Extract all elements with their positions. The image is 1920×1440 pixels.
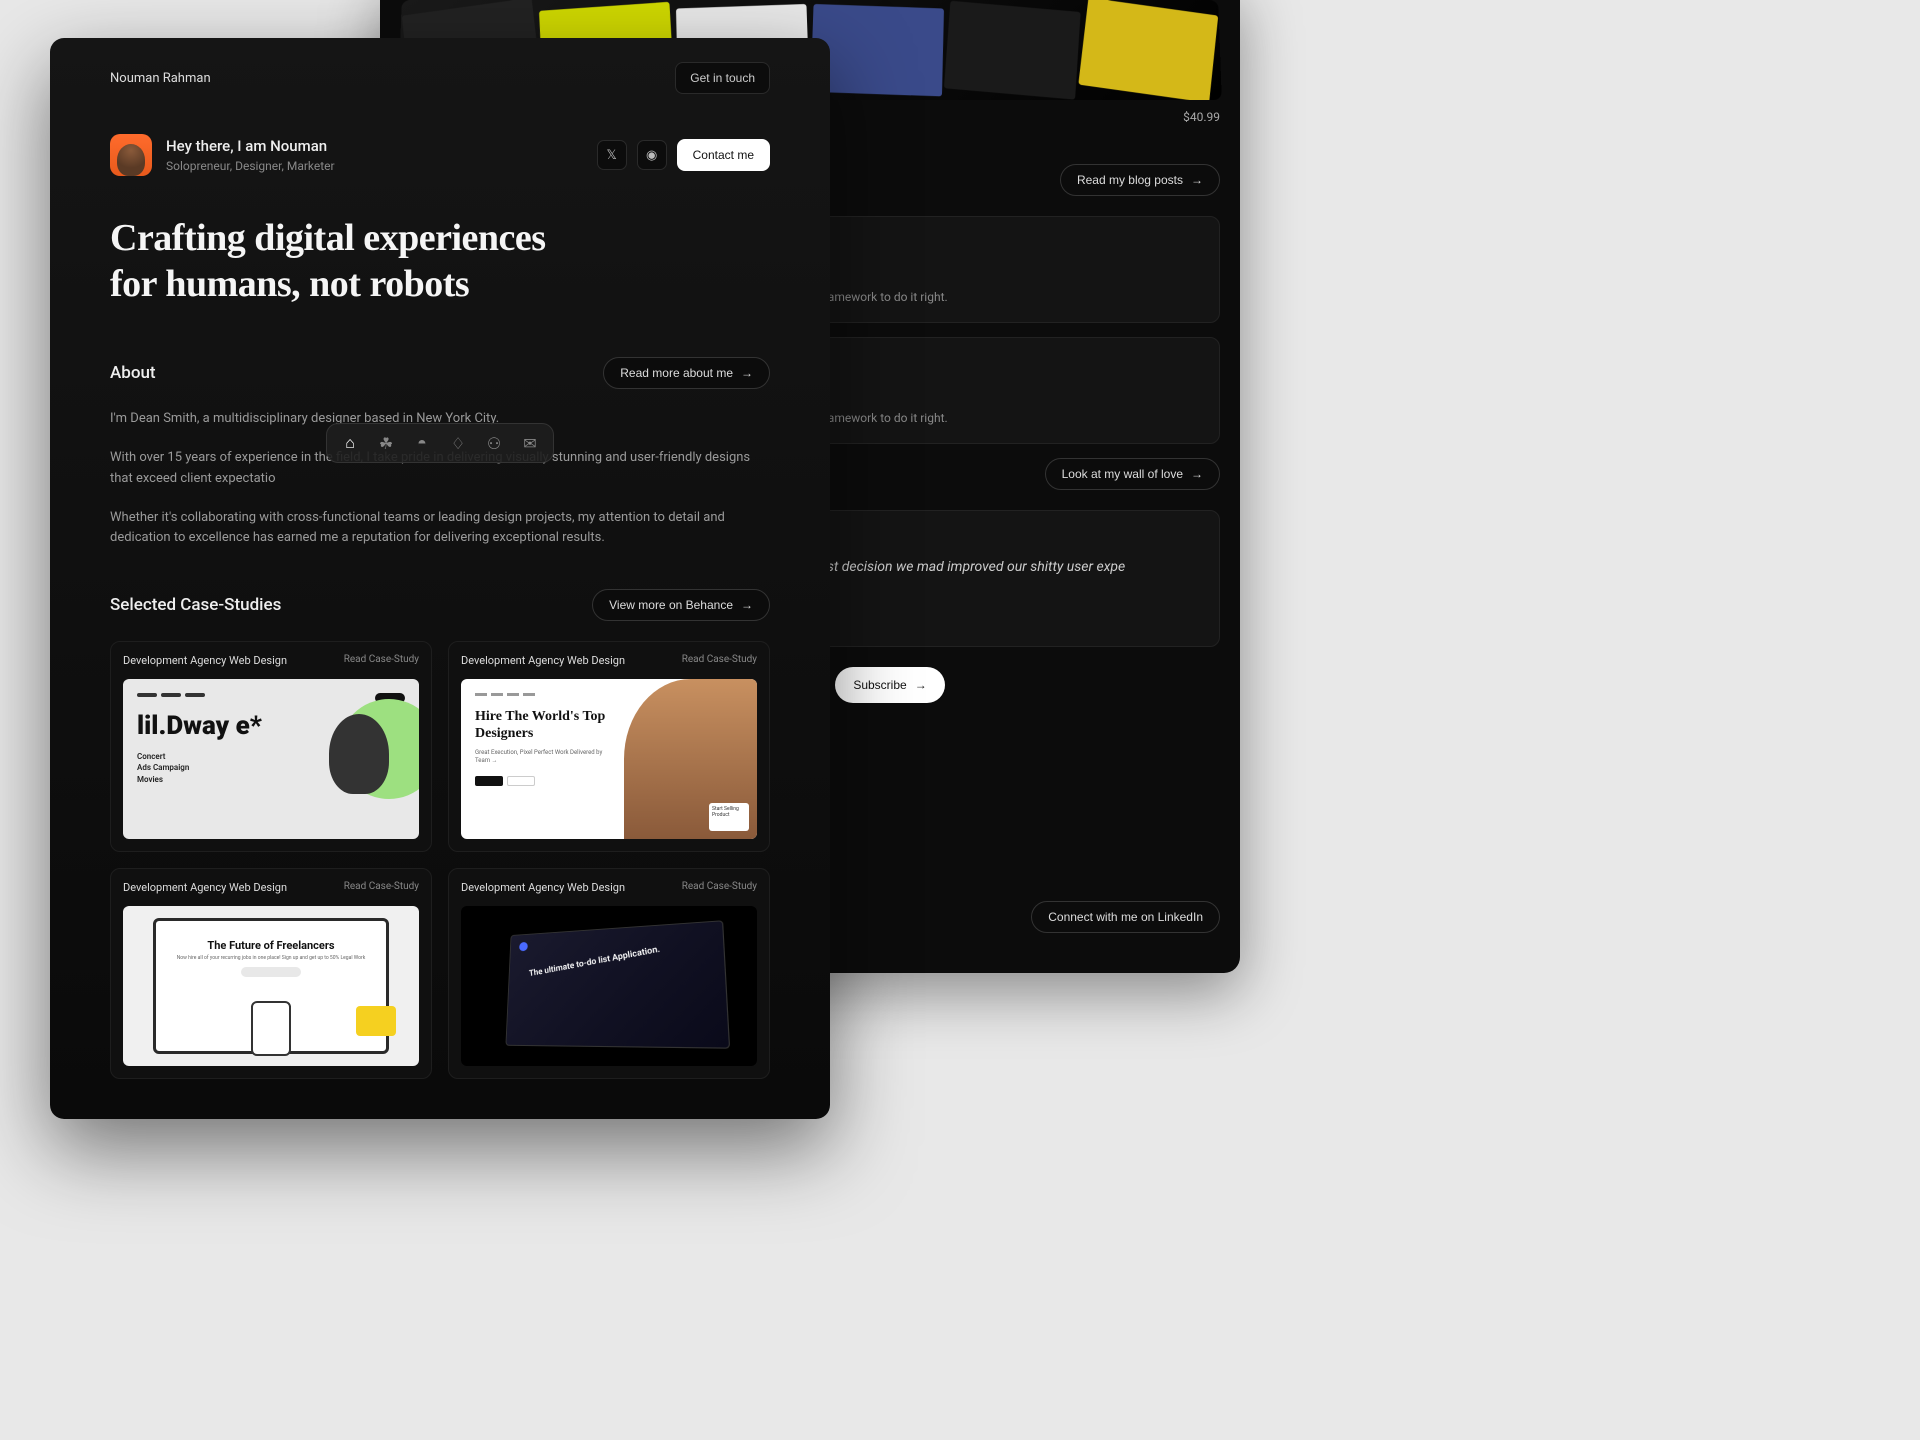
case-study-card[interactable]: Development Agency Web Design Read Case-…: [110, 641, 432, 852]
product-price: $40.99: [1183, 110, 1220, 124]
main-panel: Nouman Rahman Get in touch Hey there, I …: [50, 38, 830, 1119]
read-blog-button[interactable]: Read my blog posts→: [1060, 164, 1220, 196]
case-title: Development Agency Web Design: [123, 881, 287, 894]
profile-avatar: [110, 134, 152, 176]
case-thumbnail: lil.Dway e* Concert Ads Campaign Movies: [123, 679, 419, 839]
twitter-x-icon[interactable]: 𝕏: [597, 140, 627, 170]
brand-name: Nouman Rahman: [110, 71, 211, 86]
arrow-right-icon: →: [915, 678, 927, 692]
mail-icon[interactable]: ✉: [519, 432, 541, 454]
case-thumbnail: The ultimate to-do list Application.: [461, 906, 757, 1066]
case-title: Development Agency Web Design: [461, 881, 625, 894]
wall-of-love-button[interactable]: Look at my wall of love→: [1045, 458, 1220, 490]
case-link[interactable]: Read Case-Study: [682, 881, 757, 894]
case-title: Development Agency Web Design: [461, 654, 625, 667]
read-more-about-button[interactable]: Read more about me→: [603, 357, 770, 389]
case-link[interactable]: Read Case-Study: [344, 654, 419, 667]
bag-icon[interactable]: ♢: [447, 432, 469, 454]
arrow-right-icon: →: [741, 366, 753, 380]
arrow-right-icon: →: [741, 598, 753, 612]
about-title: About: [110, 363, 156, 383]
headline: Crafting digital experiences for humans,…: [110, 216, 770, 307]
case-title: Development Agency Web Design: [123, 654, 287, 667]
user-icon[interactable]: ⚇: [483, 432, 505, 454]
greeting-subtitle: Solopreneur, Designer, Marketer: [166, 159, 335, 173]
mask-icon[interactable]: ◓: [411, 432, 433, 454]
contact-me-button[interactable]: Contact me: [677, 139, 770, 171]
get-in-touch-button[interactable]: Get in touch: [675, 62, 770, 94]
subscribe-button[interactable]: Subscribe→: [835, 667, 944, 703]
view-behance-button[interactable]: View more on Behance→: [592, 589, 770, 621]
linkedin-button[interactable]: Connect with me on LinkedIn: [1031, 901, 1220, 933]
case-study-card[interactable]: Development Agency Web Design Read Case-…: [448, 868, 770, 1079]
case-link[interactable]: Read Case-Study: [682, 654, 757, 667]
case-link[interactable]: Read Case-Study: [344, 881, 419, 894]
case-studies-title: Selected Case-Studies: [110, 595, 281, 615]
nav-dock: ⌂ ☘ ◓ ♢ ⚇ ✉: [326, 423, 554, 463]
case-study-card[interactable]: Development Agency Web Design Read Case-…: [110, 868, 432, 1079]
arrow-right-icon: →: [1191, 173, 1203, 187]
case-thumbnail: Hire The World's Top Designers Great Exe…: [461, 679, 757, 839]
case-thumbnail: The Future of Freelancers Now hire all o…: [123, 906, 419, 1066]
greeting: Hey there, I am Nouman: [166, 137, 335, 155]
home-icon[interactable]: ⌂: [339, 432, 361, 454]
leaf-icon[interactable]: ☘: [375, 432, 397, 454]
dribbble-icon[interactable]: ◉: [637, 140, 667, 170]
about-paragraph: Whether it's collaborating with cross-fu…: [110, 508, 770, 550]
arrow-right-icon: →: [1191, 467, 1203, 481]
case-study-card[interactable]: Development Agency Web Design Read Case-…: [448, 641, 770, 852]
